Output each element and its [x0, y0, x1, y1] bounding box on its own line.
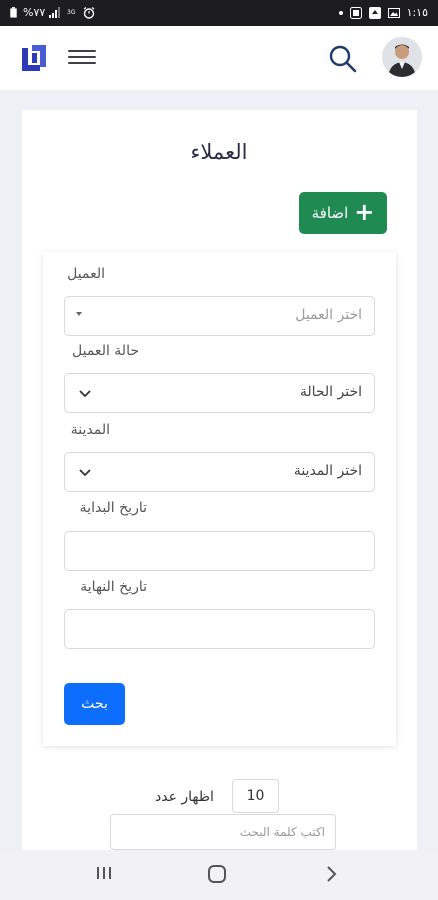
- city-select[interactable]: اختر المدينة: [64, 452, 375, 492]
- dot-icon: [338, 10, 343, 15]
- chevron-down-icon: [79, 390, 91, 398]
- app-header: [0, 26, 438, 90]
- alarm-icon: [83, 6, 95, 19]
- status-right: ١:١٥: [338, 6, 428, 19]
- end-date-label: تاريخ النهاية: [80, 579, 147, 595]
- app-notification-icon: [349, 6, 362, 19]
- client-label: العميل: [67, 266, 105, 282]
- start-date-field[interactable]: [64, 531, 375, 571]
- gallery-icon: [387, 7, 400, 18]
- sync-icon: [368, 6, 381, 19]
- chevron-down-icon: [79, 469, 91, 477]
- user-avatar[interactable]: [382, 37, 422, 77]
- status-bar: %٧٧ 3G ١:١٥: [0, 0, 438, 26]
- avatar-photo: [382, 37, 422, 77]
- hamburger-icon[interactable]: [68, 46, 96, 70]
- start-date-label: تاريخ البداية: [79, 500, 147, 516]
- add-button[interactable]: + اضافة: [299, 192, 387, 234]
- city-selected-value: اختر المدينة: [293, 463, 362, 479]
- clock: ١:١٥: [406, 6, 428, 19]
- signal-icon: [49, 7, 61, 18]
- search-icon[interactable]: [328, 44, 358, 74]
- keyword-search-input[interactable]: اكتب كلمة البحث: [110, 814, 336, 850]
- status-left: %٧٧ 3G: [8, 6, 95, 19]
- brand-logo-icon[interactable]: [20, 45, 48, 71]
- status-selected-value: اختر الحالة: [299, 384, 362, 400]
- recent-apps-icon[interactable]: [95, 864, 113, 882]
- status-label: حالة العميل: [72, 343, 139, 359]
- city-label: المدينة: [70, 422, 110, 438]
- system-nav-bar: [0, 850, 438, 900]
- home-icon[interactable]: [207, 864, 227, 884]
- svg-text:3G: 3G: [67, 9, 76, 16]
- plus-icon: +: [354, 198, 375, 226]
- battery-icon: [10, 7, 17, 18]
- network-icon: 3G: [67, 9, 76, 16]
- show-count-label: اظهار عدد: [155, 789, 214, 805]
- caret-down-icon: [76, 312, 82, 316]
- status-select[interactable]: اختر الحالة: [64, 373, 375, 413]
- battery-percent: %٧٧: [23, 6, 46, 19]
- client-select[interactable]: اختر العميل: [64, 296, 375, 336]
- search-button[interactable]: بحث: [64, 683, 125, 725]
- client-placeholder: اختر العميل: [295, 307, 362, 323]
- menu-line: [68, 62, 96, 64]
- end-date-field[interactable]: [64, 609, 375, 649]
- show-count-input[interactable]: 10: [232, 779, 279, 813]
- add-button-label: اضافة: [311, 204, 349, 222]
- menu-line: [68, 56, 96, 58]
- menu-line: [68, 50, 96, 52]
- page-title: العملاء: [190, 140, 248, 164]
- back-icon[interactable]: [323, 864, 341, 884]
